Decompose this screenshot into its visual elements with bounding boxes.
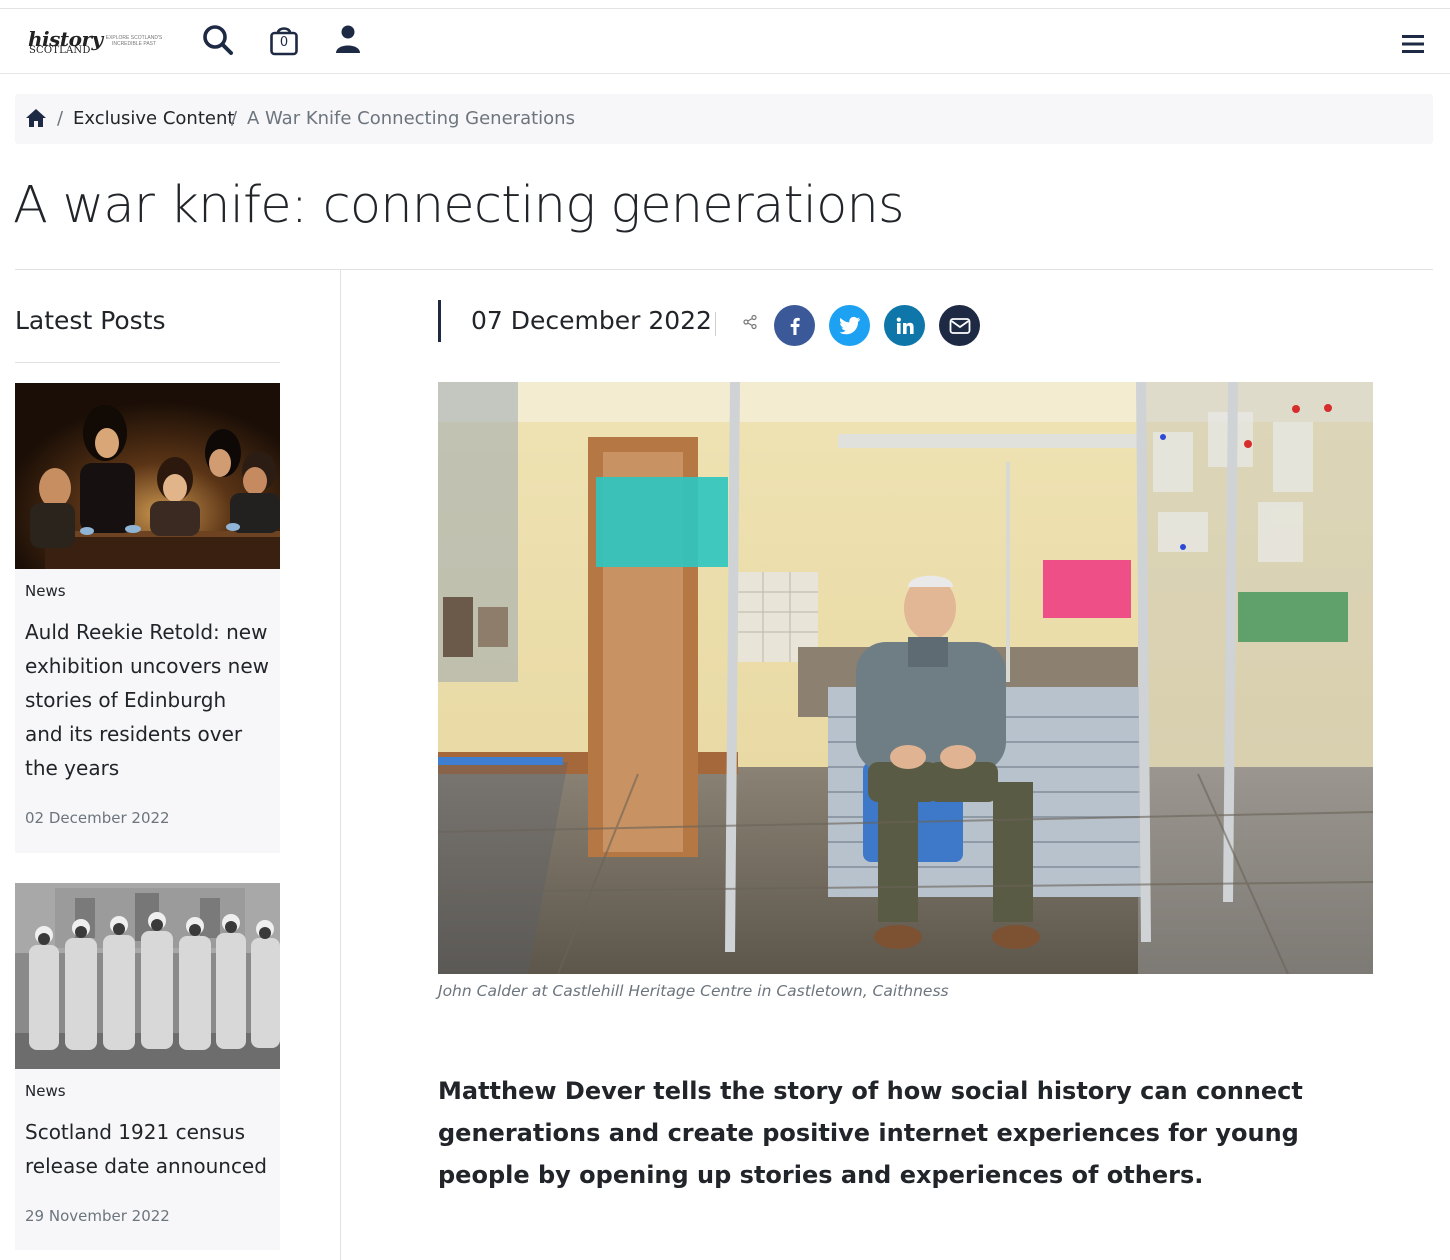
logo-sub-text: SCOTLAND: [29, 45, 91, 56]
post-thumbnail[interactable]: [15, 383, 280, 569]
cart-count: 0: [279, 35, 289, 50]
sidebar-divider: [340, 270, 341, 1260]
breadcrumb-separator: /: [57, 108, 64, 129]
image-caption: John Calder at Castlehill Heritage Centr…: [438, 982, 949, 1000]
linkedin-icon: [896, 317, 914, 334]
post-thumbnail[interactable]: [15, 883, 280, 1069]
logo-tagline: EXPLORE SCOTLAND'S INCREDIBLE PAST: [105, 35, 163, 47]
share-facebook-button[interactable]: [774, 305, 815, 346]
hamburger-menu-icon[interactable]: [1400, 32, 1428, 56]
facebook-icon: [790, 317, 800, 335]
title-divider: [15, 269, 1433, 270]
latest-posts-divider: [15, 362, 280, 363]
latest-posts-heading: Latest Posts: [15, 306, 166, 335]
date-accent-bar: [438, 300, 441, 342]
breadcrumb-current: A War Knife Connecting Generations: [247, 108, 575, 129]
share-linkedin-button[interactable]: [884, 305, 925, 346]
breadcrumb-separator: /: [231, 108, 238, 129]
article-date: 07 December 2022: [471, 306, 712, 335]
twitter-icon: [838, 316, 860, 334]
share-email-button[interactable]: [939, 305, 980, 346]
breadcrumb-link-exclusive[interactable]: Exclusive Content: [73, 108, 234, 129]
site-header: history SCOTLAND EXPLORE SCOTLAND'S INCR…: [0, 9, 1450, 74]
post-title[interactable]: Scotland 1921 census release date announ…: [25, 1115, 270, 1183]
post-card[interactable]: News Scotland 1921 census release date a…: [15, 883, 280, 1250]
hero-photo-heritage-centre: [438, 382, 1373, 974]
search-icon[interactable]: [201, 23, 235, 57]
post-photo-workers-image: [15, 883, 280, 1069]
post-photo-group-image: [15, 383, 280, 569]
post-category[interactable]: News: [25, 582, 66, 600]
user-icon[interactable]: [331, 23, 365, 57]
article-hero-image: [438, 382, 1373, 974]
page-title: A war knife: connecting generations: [13, 176, 905, 235]
post-date: 02 December 2022: [25, 809, 170, 827]
share-icon: [743, 314, 757, 330]
article-lede: Matthew Dever tells the story of how soc…: [438, 1077, 1303, 1189]
share-twitter-button[interactable]: [829, 305, 870, 346]
cart-button[interactable]: 0: [267, 23, 301, 57]
post-date: 29 November 2022: [25, 1207, 170, 1225]
top-border: [0, 0, 1450, 9]
post-card[interactable]: News Auld Reekie Retold: new exhibition …: [15, 383, 280, 853]
post-title[interactable]: Auld Reekie Retold: new exhibition uncov…: [25, 615, 270, 785]
date-separator: [715, 312, 716, 336]
site-logo[interactable]: history SCOTLAND EXPLORE SCOTLAND'S INCR…: [28, 27, 168, 59]
email-icon: [949, 317, 970, 334]
breadcrumb: / Exclusive Content / A War Knife Connec…: [15, 94, 1433, 144]
home-icon[interactable]: [25, 107, 47, 129]
post-category[interactable]: News: [25, 1082, 66, 1100]
